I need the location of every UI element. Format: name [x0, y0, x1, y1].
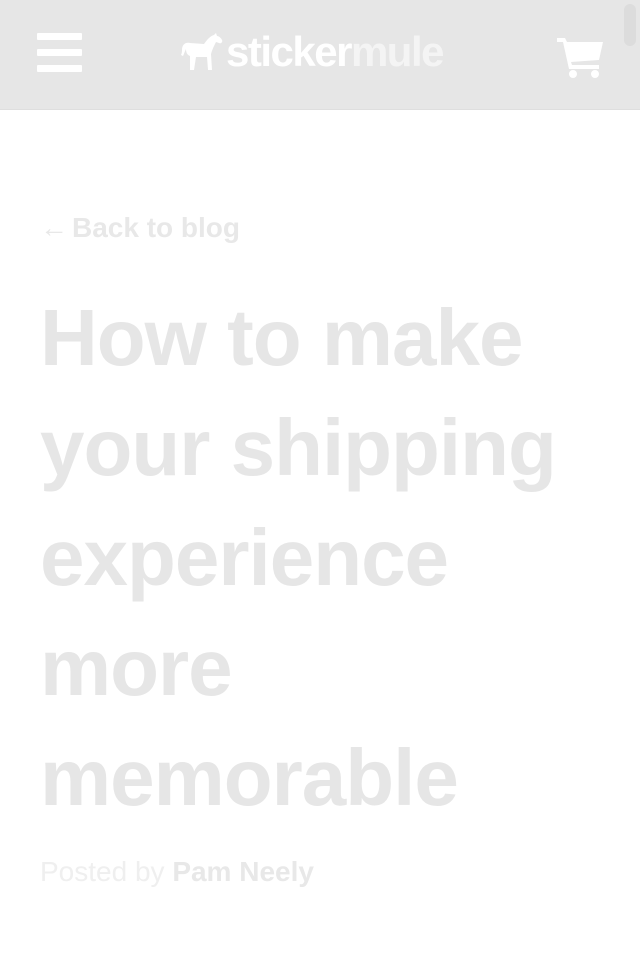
site-header: stickermule: [0, 0, 640, 110]
mule-logo-icon: [181, 33, 223, 70]
back-arrow-icon: ←: [40, 212, 68, 243]
shopping-cart-icon[interactable]: [557, 36, 605, 78]
menu-bar: [37, 49, 82, 56]
logo-text-mule: mule: [350, 28, 445, 75]
posted-by-label: Posted by: [40, 856, 165, 887]
author-link[interactable]: Pam Neely: [172, 856, 314, 887]
scroll-indicator: [624, 4, 636, 46]
back-to-blog-link[interactable]: ← Back to blog: [40, 212, 240, 244]
logo-text-sticker: sticker: [226, 28, 352, 75]
menu-bar: [37, 65, 82, 72]
logo-wordmark: stickermule: [226, 28, 445, 76]
article-title: How to make your shipping experience mor…: [40, 293, 557, 822]
hamburger-menu-icon[interactable]: [37, 33, 82, 72]
back-to-blog-label: Back to blog: [72, 212, 241, 243]
article-intro-cutoff: [40, 938, 620, 959]
article-byline: Posted by Pam Neely: [40, 856, 314, 888]
menu-bar: [37, 33, 82, 40]
site-logo[interactable]: stickermule: [180, 28, 445, 76]
article-intro-text: [40, 938, 620, 959]
